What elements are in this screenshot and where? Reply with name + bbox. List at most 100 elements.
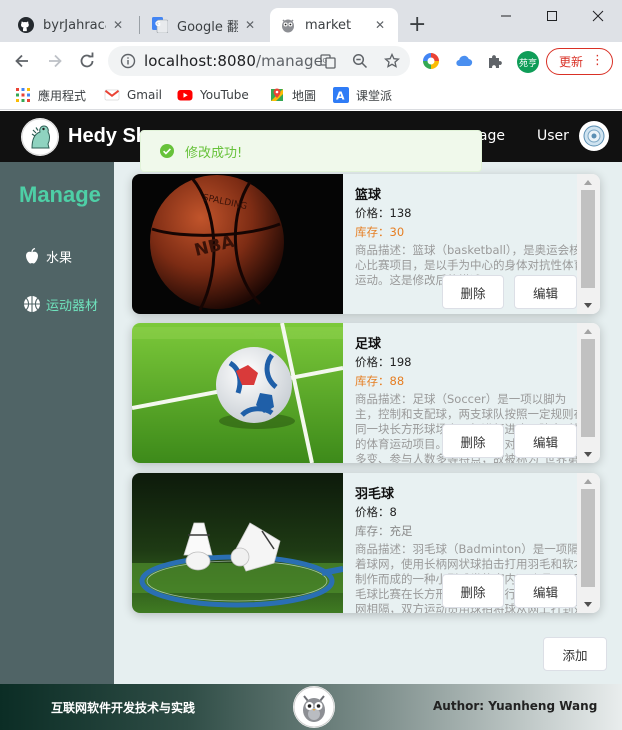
- maximize-button[interactable]: [529, 5, 575, 27]
- product-info: 篮球 价格：138 库存：30 商品描述：篮球（basketball），是奥运会…: [343, 174, 600, 314]
- bookmark-label: Gmail: [127, 88, 163, 102]
- browser-toolbar: localhost:8080/manage G 苑亨 更新 ⋮: [0, 42, 622, 80]
- edit-button[interactable]: 编辑: [514, 424, 577, 458]
- close-window-button[interactable]: [575, 5, 621, 27]
- scrollbar-thumb[interactable]: [581, 489, 595, 587]
- gmail-icon: [104, 89, 120, 101]
- success-toast: 修改成功!: [140, 130, 482, 172]
- sidebar-item-fruit[interactable]: 水果: [22, 245, 72, 267]
- url-host: localhost:8080: [144, 52, 256, 70]
- sidebar-item-label: 运动器材: [46, 298, 99, 314]
- bookmark-label: 课堂派: [356, 88, 393, 103]
- apple-icon: [26, 247, 38, 264]
- delete-button[interactable]: 删除: [442, 275, 504, 309]
- bookmarks-bar: 應用程式 Gmail YouTube 地圖 A 课堂派: [0, 80, 622, 110]
- close-tab-icon[interactable]: ✕: [110, 18, 126, 32]
- bookmark-gmail[interactable]: Gmail: [104, 85, 162, 105]
- product-card: 羽毛球 价格：8 库存：充足 商品描述：羽毛球（Badminton）是一项隔着球…: [132, 473, 600, 613]
- tab-github[interactable]: byrJahracal ✕: [8, 8, 136, 42]
- card-scrollbar[interactable]: [577, 473, 600, 613]
- tab-google-translate[interactable]: G Google 翻訳 ✕: [142, 8, 268, 42]
- close-tab-icon[interactable]: ✕: [242, 18, 258, 32]
- tab-title: byrJahracal: [43, 17, 106, 33]
- minimize-button[interactable]: [483, 5, 529, 27]
- forward-arrow-icon[interactable]: [45, 51, 65, 71]
- scroll-down-icon[interactable]: [584, 303, 592, 308]
- sidebar-title: Manage: [19, 182, 101, 207]
- delete-button[interactable]: 删除: [442, 424, 504, 458]
- scrollbar-thumb[interactable]: [581, 339, 595, 437]
- badminton-photo: [132, 473, 343, 613]
- app-logo[interactable]: [21, 118, 59, 156]
- sidebar: Manage 水果 运动器材: [0, 162, 114, 684]
- tab-title: market: [305, 17, 352, 33]
- new-tab-button[interactable]: +: [408, 14, 426, 36]
- update-label: 更新: [559, 55, 584, 69]
- bookmark-maps[interactable]: 地圖: [269, 85, 316, 105]
- apps-grid-icon: [16, 88, 30, 102]
- translate-page-icon[interactable]: G: [320, 53, 336, 69]
- edit-button[interactable]: 编辑: [514, 574, 577, 608]
- bookmark-star-icon[interactable]: [384, 53, 400, 69]
- footer: 互联网软件开发技术与实践 Author: Yuanheng Wang: [0, 684, 622, 730]
- tab-divider: [139, 16, 140, 34]
- bookmark-label: 地圖: [292, 88, 317, 103]
- check-circle-icon: [160, 144, 174, 158]
- footer-author: Author: Yuanheng Wang: [433, 699, 598, 713]
- zoom-out-icon[interactable]: [352, 53, 368, 69]
- cloud-extension-icon[interactable]: [455, 52, 473, 70]
- scroll-down-icon[interactable]: [584, 602, 592, 607]
- brand-name[interactable]: Hedy Sh: [68, 125, 148, 148]
- product-image: NBA SPALDING: [132, 174, 343, 314]
- reload-icon[interactable]: [77, 51, 97, 71]
- tab-market[interactable]: market ✕: [270, 8, 398, 42]
- user-avatar[interactable]: [579, 121, 609, 151]
- update-browser-button[interactable]: 更新 ⋮: [546, 48, 613, 75]
- url-text[interactable]: localhost:8080/manage: [144, 52, 323, 70]
- scroll-up-icon[interactable]: [584, 180, 592, 185]
- product-info: 羽毛球 价格：8 库存：充足 商品描述：羽毛球（Badminton）是一项隔着球…: [343, 473, 600, 613]
- site-info-icon[interactable]: [120, 53, 136, 69]
- footer-course-title: 互联网软件开发技术与实践: [51, 701, 196, 715]
- extension-colorful-icon[interactable]: [422, 52, 440, 70]
- product-name: 足球: [355, 337, 382, 352]
- scrollbar-thumb[interactable]: [581, 190, 595, 288]
- nav-user[interactable]: User: [537, 128, 569, 144]
- scroll-up-icon[interactable]: [584, 329, 592, 334]
- card-scrollbar[interactable]: [577, 174, 600, 314]
- toast-message: 修改成功!: [185, 145, 243, 161]
- product-stock: 库存：88: [355, 374, 405, 388]
- browser-tab-strip: byrJahracal ✕ G Google 翻訳 ✕ market ✕ +: [0, 0, 622, 42]
- card-scrollbar[interactable]: [577, 323, 600, 463]
- sidebar-item-sports[interactable]: 运动器材: [22, 293, 98, 315]
- product-card: NBA SPALDING 篮球 价格：138 库存：30 商品描述：篮球（bas…: [132, 174, 600, 314]
- footer-logo: [293, 686, 335, 728]
- scroll-up-icon[interactable]: [584, 479, 592, 484]
- extensions-puzzle-icon[interactable]: [486, 52, 504, 70]
- svg-text:G: G: [155, 20, 161, 28]
- product-card: 足球 价格：198 库存：88 商品描述：足球（Soccer）是一项以脚为主，控…: [132, 323, 600, 463]
- scroll-down-icon[interactable]: [584, 452, 592, 457]
- close-tab-icon[interactable]: ✕: [372, 18, 388, 32]
- google-translate-icon: G: [152, 17, 168, 33]
- product-stock: 库存：充足: [355, 524, 413, 538]
- basketball-photo: NBA SPALDING: [132, 174, 343, 314]
- basketball-icon: [24, 296, 40, 312]
- back-arrow-icon[interactable]: [12, 51, 32, 71]
- bookmark-apps[interactable]: 應用程式: [15, 85, 86, 105]
- profile-avatar[interactable]: 苑亨: [517, 51, 539, 73]
- bookmark-youtube[interactable]: YouTube: [177, 85, 249, 105]
- delete-button[interactable]: 删除: [442, 574, 504, 608]
- bookmark-ketangpai[interactable]: A 课堂派: [333, 85, 392, 105]
- tab-title: Google 翻訳: [177, 19, 238, 35]
- edit-button[interactable]: 编辑: [514, 275, 577, 309]
- address-bar[interactable]: localhost:8080/manage G: [108, 46, 410, 76]
- product-image: [132, 473, 343, 613]
- dinosaur-logo-icon: [21, 118, 59, 156]
- add-product-button[interactable]: 添加: [543, 637, 607, 671]
- more-menu-icon[interactable]: ⋮: [591, 53, 604, 69]
- product-name: 羽毛球: [355, 487, 395, 502]
- svg-text:A: A: [336, 90, 345, 103]
- product-stock: 库存：30: [355, 225, 405, 239]
- product-image: [132, 323, 343, 463]
